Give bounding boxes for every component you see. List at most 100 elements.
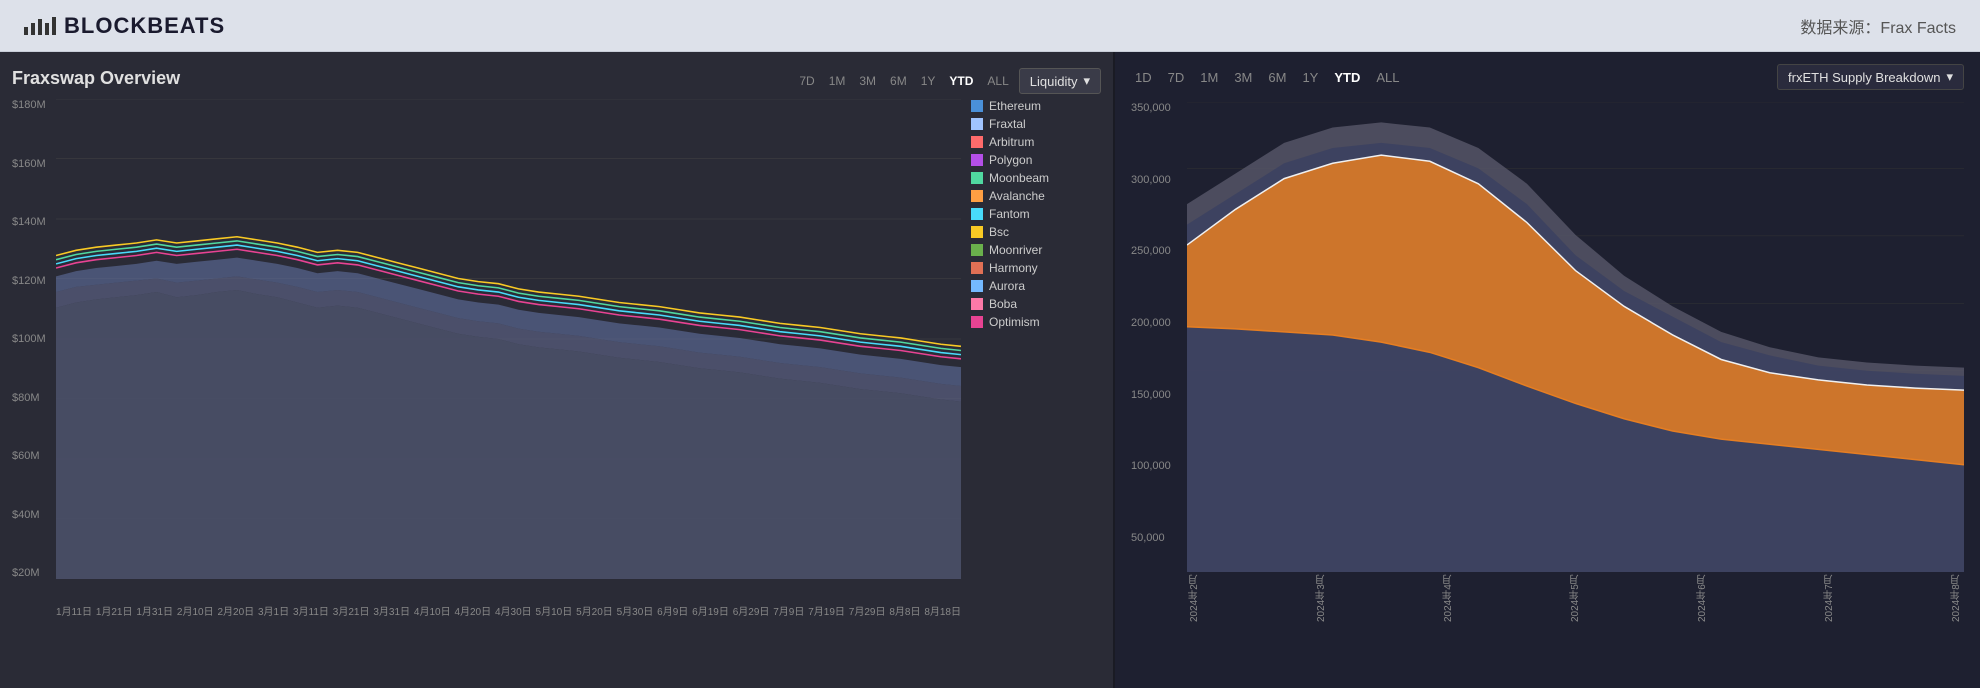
right-chart-svg — [1187, 102, 1964, 572]
y-label-160: $160M — [12, 158, 52, 170]
right-time-btn-3m[interactable]: 3M — [1230, 68, 1256, 87]
chevron-down-icon: ▾ — [1083, 73, 1090, 89]
right-x-label-2: 2024年4月 — [1441, 572, 1456, 622]
legend-item-harmony: Harmony — [971, 261, 1101, 275]
legend-item-polygon: Polygon — [971, 153, 1101, 167]
legend-item-fantom: Fantom — [971, 207, 1101, 221]
right-time-btn-7d[interactable]: 7D — [1164, 68, 1189, 87]
x-label-6: 3月11日 — [293, 603, 329, 618]
right-y-label-300k: 300,000 — [1131, 174, 1171, 186]
x-label-1: 1月21日 — [96, 603, 133, 618]
x-label-13: 5月20日 — [576, 603, 613, 618]
legend-item-moonriver: Moonriver — [971, 243, 1101, 257]
right-time-btn-ytd[interactable]: YTD — [1330, 68, 1364, 87]
x-label-16: 6月19日 — [692, 603, 729, 618]
right-x-label-5: 2024年7月 — [1822, 572, 1837, 622]
x-label-18: 7月9日 — [773, 603, 804, 618]
legend-item-ethereum: Ethereum — [971, 99, 1101, 113]
x-label-19: 7月19日 — [808, 603, 845, 618]
logo-bar-4 — [45, 23, 49, 35]
legend-color-moonbeam — [971, 172, 983, 184]
liquidity-dropdown[interactable]: Liquidity ▾ — [1019, 68, 1101, 94]
x-label-8: 3月31日 — [373, 603, 410, 618]
legend-label-avalanche: Avalanche — [989, 189, 1045, 203]
y-label-100: $100M — [12, 333, 52, 345]
x-label-9: 4月10日 — [414, 603, 451, 618]
legend-color-avalanche — [971, 190, 983, 202]
legend-item-avalanche: Avalanche — [971, 189, 1101, 203]
legend-item-moonbeam: Moonbeam — [971, 171, 1101, 185]
right-x-axis: 2024年2月 2024年3月 2024年4月 2024年5月 2024年6月 … — [1187, 572, 1964, 622]
time-btn-all[interactable]: ALL — [983, 72, 1012, 90]
legend: Ethereum Fraxtal Arbitrum Polygon Moonbe… — [971, 99, 1101, 329]
time-btn-1y[interactable]: 1Y — [917, 72, 940, 90]
time-btn-6m[interactable]: 6M — [886, 72, 911, 90]
right-time-btn-6m[interactable]: 6M — [1264, 68, 1290, 87]
legend-label-boba: Boba — [989, 297, 1017, 311]
header: BLOCKBEATS 数据来源：Frax Facts — [0, 0, 1980, 52]
logo-icon — [24, 17, 56, 35]
legend-label-optimism: Optimism — [989, 315, 1040, 329]
chevron-down-icon: ▾ — [1946, 69, 1953, 85]
time-btn-ytd[interactable]: YTD — [945, 72, 977, 90]
time-btn-3m[interactable]: 3M — [855, 72, 880, 90]
right-chart-svg-container — [1187, 102, 1964, 572]
x-label-14: 5月30日 — [617, 603, 654, 618]
chart-controls: 7D 1M 3M 6M 1Y YTD ALL Liquidity ▾ — [795, 68, 1101, 94]
logo-bar-2 — [31, 23, 35, 35]
right-y-label-50k: 50,000 — [1131, 532, 1171, 544]
liquidity-label: Liquidity — [1030, 74, 1078, 89]
right-y-label-350k: 350,000 — [1131, 102, 1171, 114]
right-y-label-250k: 250,000 — [1131, 245, 1171, 257]
legend-label-moonriver: Moonriver — [989, 243, 1042, 257]
legend-label-aurora: Aurora — [989, 279, 1025, 293]
legend-color-polygon — [971, 154, 983, 166]
legend-color-boba — [971, 298, 983, 310]
x-label-21: 8月8日 — [889, 603, 920, 618]
right-time-btn-1m[interactable]: 1M — [1196, 68, 1222, 87]
legend-label-bsc: Bsc — [989, 225, 1009, 239]
legend-color-arbitrum — [971, 136, 983, 148]
legend-color-bsc — [971, 226, 983, 238]
right-chart-area: 350,000 300,000 250,000 200,000 150,000 … — [1131, 102, 1964, 622]
right-time-btn-1y[interactable]: 1Y — [1298, 68, 1322, 87]
legend-label-polygon: Polygon — [989, 153, 1032, 167]
x-label-2: 1月31日 — [136, 603, 173, 618]
time-btn-1m[interactable]: 1M — [825, 72, 850, 90]
legend-item-optimism: Optimism — [971, 315, 1101, 329]
right-time-btn-all[interactable]: ALL — [1372, 68, 1403, 87]
legend-color-fantom — [971, 208, 983, 220]
x-label-0: 1月11日 — [56, 603, 92, 618]
right-x-label-6: 2024年8月 — [1949, 572, 1964, 622]
logo-bar-5 — [52, 17, 56, 35]
x-label-11: 4月30日 — [495, 603, 532, 618]
right-panel: 1D 7D 1M 3M 6M 1Y YTD ALL frxETH Supply … — [1115, 52, 1980, 688]
x-label-22: 8月18日 — [924, 603, 961, 618]
right-y-axis: 350,000 300,000 250,000 200,000 150,000 … — [1131, 102, 1171, 544]
left-panel: Fraxswap Overview 7D 1M 3M 6M 1Y YTD ALL… — [0, 52, 1115, 688]
left-chart-area: $180M $160M $140M $120M $100M $80M $60M … — [12, 99, 1101, 599]
y-label-80: $80M — [12, 392, 52, 404]
legend-color-harmony — [971, 262, 983, 274]
y-label-40: $40M — [12, 509, 52, 521]
legend-color-aurora — [971, 280, 983, 292]
y-label-120: $120M — [12, 275, 52, 287]
x-label-15: 6月9日 — [657, 603, 688, 618]
time-btn-7d[interactable]: 7D — [795, 72, 818, 90]
right-header: 1D 7D 1M 3M 6M 1Y YTD ALL frxETH Supply … — [1131, 64, 1964, 90]
right-x-label-3: 2024年5月 — [1568, 572, 1583, 622]
left-chart-svg-container — [56, 99, 961, 579]
supply-breakdown-dropdown[interactable]: frxETH Supply Breakdown ▾ — [1777, 64, 1964, 90]
right-x-label-0: 2024年2月 — [1187, 572, 1202, 622]
x-label-7: 3月21日 — [333, 603, 370, 618]
logo-bar-3 — [38, 19, 42, 35]
legend-color-optimism — [971, 316, 983, 328]
legend-label-ethereum: Ethereum — [989, 99, 1041, 113]
legend-label-moonbeam: Moonbeam — [989, 171, 1049, 185]
supply-breakdown-label: frxETH Supply Breakdown — [1788, 70, 1940, 85]
right-time-btn-1d[interactable]: 1D — [1131, 68, 1156, 87]
main-container: Fraxswap Overview 7D 1M 3M 6M 1Y YTD ALL… — [0, 52, 1980, 688]
logo-text: BLOCKBEATS — [64, 13, 225, 39]
legend-color-fraxtal — [971, 118, 983, 130]
legend-color-moonriver — [971, 244, 983, 256]
